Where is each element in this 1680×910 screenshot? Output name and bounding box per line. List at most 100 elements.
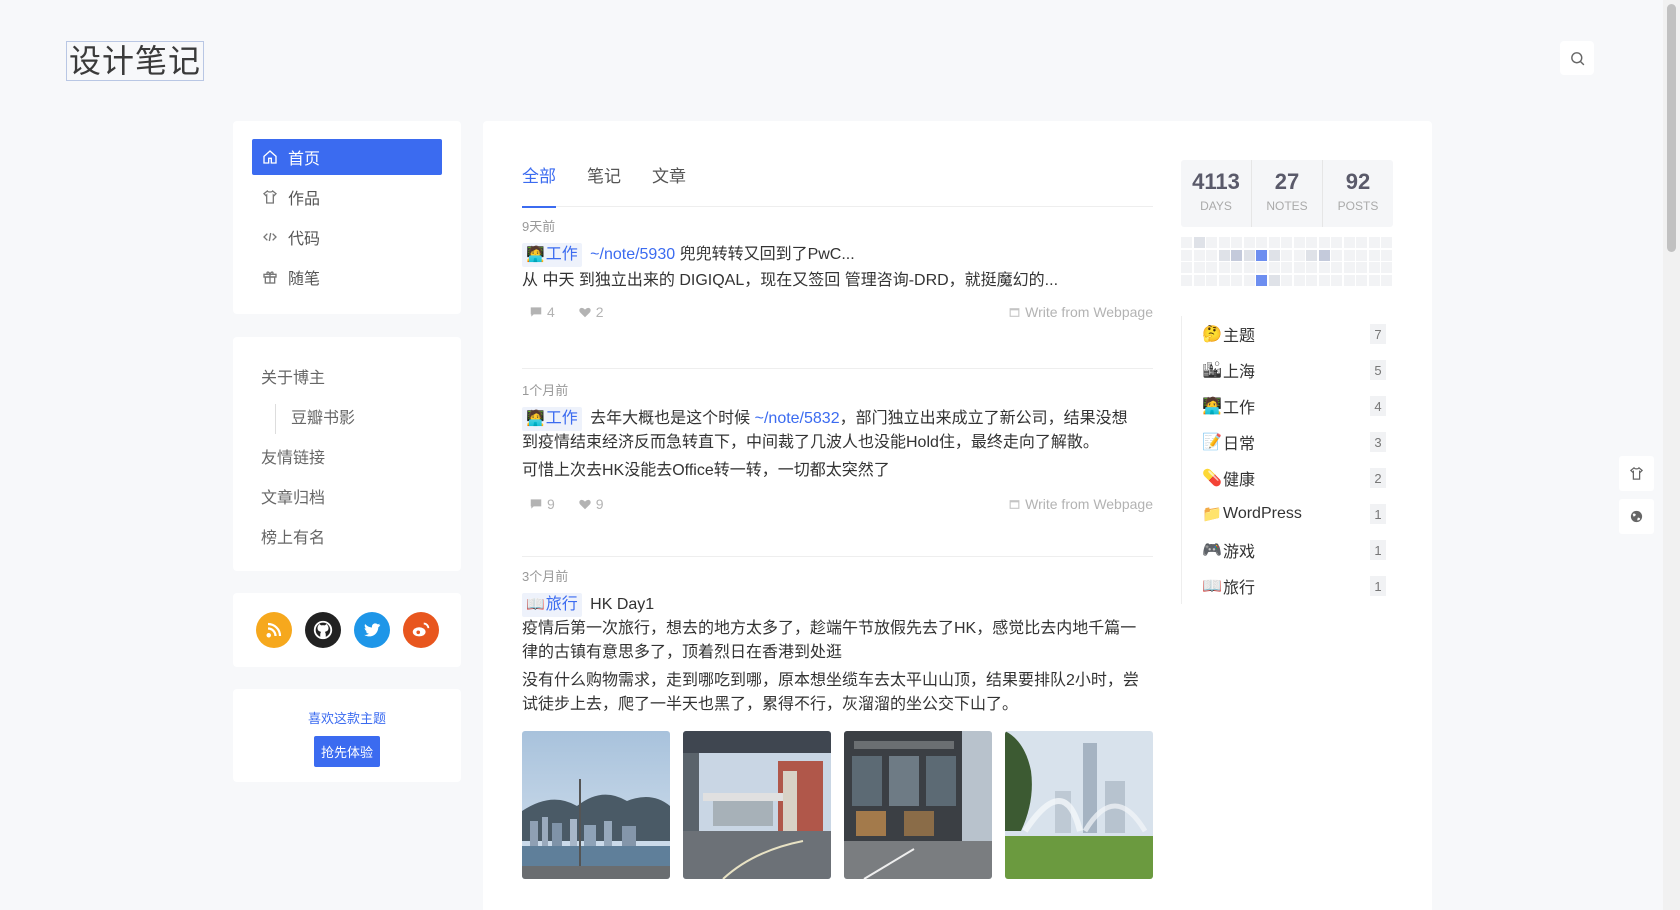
heatmap-cell[interactable] (1306, 237, 1317, 248)
heatmap-cell[interactable] (1243, 237, 1255, 248)
topic-item[interactable]: 📖 旅行 1 (1202, 568, 1393, 604)
nav-item-essays[interactable]: 随笔 (252, 259, 442, 295)
heatmap-cell[interactable] (1231, 249, 1242, 261)
like-count[interactable]: 2 (578, 304, 604, 320)
scrollbar-thumb[interactable] (1667, 4, 1676, 252)
note-link[interactable]: ~/note/5930 (590, 246, 675, 263)
heatmap-cell[interactable] (1256, 237, 1267, 248)
tab-articles[interactable]: 文章 (652, 161, 686, 207)
heatmap-cell[interactable] (1256, 274, 1267, 286)
heatmap-cell[interactable] (1356, 237, 1367, 248)
heatmap-cell[interactable] (1193, 274, 1205, 286)
heatmap-cell[interactable] (1181, 249, 1192, 261)
language-button[interactable] (1619, 499, 1654, 534)
link-douban[interactable]: 豆瓣书影 (275, 404, 433, 434)
heatmap-cell[interactable] (1306, 262, 1317, 273)
heatmap-cell[interactable] (1243, 274, 1255, 286)
heatmap-cell[interactable] (1193, 249, 1205, 261)
heatmap-cell[interactable] (1193, 237, 1205, 248)
nav-item-code[interactable]: 代码 (252, 219, 442, 255)
heatmap-cell[interactable] (1268, 274, 1280, 286)
heatmap-cell[interactable] (1218, 237, 1230, 248)
topic-item[interactable]: 🧑‍💻 工作 4 (1202, 388, 1393, 424)
heatmap-cell[interactable] (1181, 274, 1192, 286)
heatmap-cell[interactable] (1306, 249, 1317, 261)
photo-harbour[interactable] (522, 731, 670, 879)
heatmap-cell[interactable] (1356, 274, 1367, 286)
heatmap-cell[interactable] (1231, 262, 1242, 273)
nav-item-home[interactable]: 首页 (252, 139, 442, 175)
heatmap-cell[interactable] (1243, 262, 1255, 273)
link-ranking[interactable]: 榜上有名 (261, 519, 433, 559)
heatmap-cell[interactable] (1281, 249, 1292, 261)
heatmap-cell[interactable] (1206, 237, 1217, 248)
heatmap-cell[interactable] (1293, 262, 1305, 273)
heatmap-cell[interactable] (1231, 237, 1242, 248)
heatmap-cell[interactable] (1218, 249, 1230, 261)
link-archive[interactable]: 文章归档 (261, 479, 433, 519)
topic-item[interactable]: 💊 健康 2 (1202, 460, 1393, 496)
post-tag[interactable]: 🧑‍💻 工作 (522, 407, 582, 431)
heatmap-cell[interactable] (1231, 274, 1242, 286)
heatmap-cell[interactable] (1368, 262, 1380, 273)
heatmap-cell[interactable] (1206, 262, 1217, 273)
search-button[interactable] (1560, 41, 1594, 75)
rss-icon[interactable] (256, 612, 292, 648)
heatmap-cell[interactable] (1368, 237, 1380, 248)
heatmap-cell[interactable] (1281, 274, 1292, 286)
heatmap-cell[interactable] (1318, 262, 1330, 273)
heatmap-cell[interactable] (1356, 262, 1367, 273)
comment-count[interactable]: 9 (529, 496, 555, 512)
comment-count[interactable]: 4 (529, 304, 555, 320)
heatmap-cell[interactable] (1381, 237, 1392, 248)
heatmap-cell[interactable] (1331, 249, 1342, 261)
heatmap-cell[interactable] (1293, 274, 1305, 286)
photo-fountain[interactable] (1005, 731, 1153, 879)
heatmap-cell[interactable] (1331, 237, 1342, 248)
heatmap-cell[interactable] (1181, 237, 1192, 248)
tab-notes[interactable]: 笔记 (587, 161, 621, 207)
heatmap-cell[interactable] (1318, 237, 1330, 248)
link-friends[interactable]: 友情链接 (261, 439, 433, 479)
heatmap-cell[interactable] (1331, 262, 1342, 273)
theme-button[interactable] (1619, 456, 1654, 491)
tab-all[interactable]: 全部 (522, 161, 556, 208)
heatmap-cell[interactable] (1381, 274, 1392, 286)
heatmap-cell[interactable] (1206, 274, 1217, 286)
topic-item[interactable]: 📁 WordPress 1 (1202, 496, 1393, 532)
nav-item-works[interactable]: 作品 (252, 179, 442, 215)
heatmap-cell[interactable] (1256, 249, 1267, 261)
heatmap-cell[interactable] (1268, 237, 1280, 248)
topic-item[interactable]: 🎮 游戏 1 (1202, 532, 1393, 568)
heatmap-cell[interactable] (1356, 249, 1367, 261)
heatmap-cell[interactable] (1218, 274, 1230, 286)
topic-item[interactable]: 🤔 主题 7 (1202, 316, 1393, 352)
heatmap-cell[interactable] (1293, 249, 1305, 261)
post-tag[interactable]: 🧑‍💻 工作 (522, 243, 582, 267)
site-logo[interactable]: 设计笔记 (66, 41, 205, 81)
twitter-icon[interactable] (354, 612, 390, 648)
heatmap-cell[interactable] (1268, 262, 1280, 273)
post-tag[interactable]: 📖 旅行 (522, 593, 582, 617)
heatmap-cell[interactable] (1306, 274, 1317, 286)
topic-item[interactable]: 🏙 上海 5 (1202, 352, 1393, 388)
scrollbar[interactable] (1663, 0, 1680, 910)
promo-text[interactable]: 喜欢这款主题 (233, 708, 461, 727)
like-count[interactable]: 9 (578, 496, 604, 512)
heatmap-cell[interactable] (1381, 262, 1392, 273)
heatmap-cell[interactable] (1206, 249, 1217, 261)
heatmap-cell[interactable] (1281, 237, 1292, 248)
heatmap-cell[interactable] (1318, 249, 1330, 261)
heatmap-cell[interactable] (1343, 274, 1355, 286)
github-icon[interactable] (305, 612, 341, 648)
photo-building[interactable] (844, 731, 992, 879)
weibo-icon[interactable] (403, 612, 439, 648)
heatmap-cell[interactable] (1343, 262, 1355, 273)
try-now-button[interactable]: 抢先体验 (313, 736, 380, 767)
heatmap-cell[interactable] (1343, 249, 1355, 261)
topic-item[interactable]: 📝 日常 3 (1202, 424, 1393, 460)
photo-street[interactable] (683, 731, 831, 879)
heatmap-cell[interactable] (1243, 249, 1255, 261)
heatmap-cell[interactable] (1343, 237, 1355, 248)
heatmap-cell[interactable] (1268, 249, 1280, 261)
